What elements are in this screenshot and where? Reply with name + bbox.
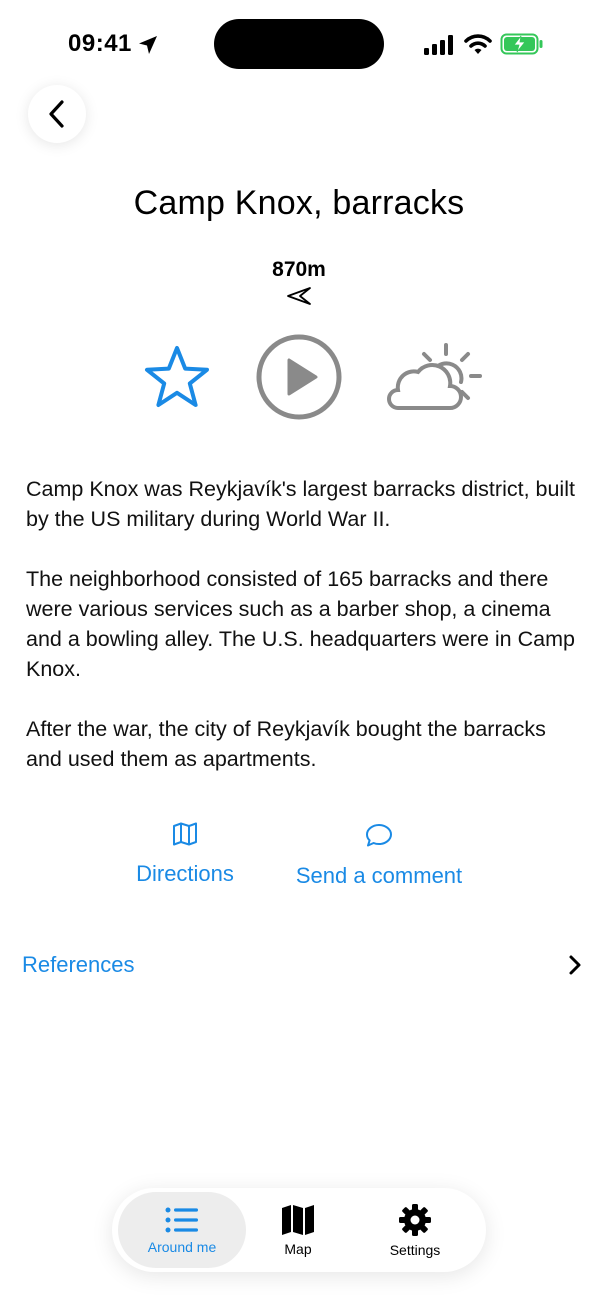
tab-map[interactable]: Map [242, 1192, 354, 1268]
references-label: References [22, 952, 135, 977]
send-comment-label: Send a comment [295, 863, 463, 888]
tab-around-me-label: Around me [147, 1238, 217, 1255]
gear-icon [399, 1203, 431, 1236]
list-icon [165, 1207, 198, 1232]
screen: 09:41 Camp Knox, barracks 870m Camp Knox… [0, 0, 598, 1300]
description-paragraph: After the war, the city of Reykjavík bou… [26, 717, 546, 771]
directions-label: Directions [136, 861, 234, 886]
tab-settings-label: Settings [389, 1241, 441, 1258]
tab-settings[interactable]: Settings [356, 1192, 474, 1268]
dynamic-island [214, 19, 384, 69]
page-title: Camp Knox, barracks [133, 184, 465, 222]
play-button[interactable] [255, 333, 343, 421]
send-comment-button[interactable]: Send a comment [283, 822, 475, 889]
distance-label: 870m [272, 258, 326, 281]
map-outline-icon [173, 822, 197, 846]
chat-bubble-icon [366, 824, 392, 847]
status-bar: 09:41 [0, 0, 598, 90]
cellular-signal-icon [424, 35, 453, 55]
wifi-icon [464, 34, 492, 54]
map-icon [282, 1204, 314, 1235]
tab-map-label: Map [284, 1240, 312, 1257]
back-button[interactable] [28, 85, 86, 143]
favorite-star-button[interactable] [143, 344, 211, 410]
chevron-right-icon [569, 955, 581, 975]
tab-bar: Around me Map Settings [112, 1188, 486, 1272]
directions-button[interactable]: Directions [125, 822, 245, 887]
description-paragraph: Camp Knox was Reykjavík's largest barrac… [26, 477, 575, 531]
description-paragraph: The neighborhood consisted of 165 barrac… [26, 567, 575, 681]
place-description: Camp Knox was Reykjavík's largest barrac… [26, 474, 576, 804]
direction-arrow-icon [287, 287, 311, 305]
chevron-left-icon [49, 100, 64, 128]
battery-charging-icon [500, 33, 543, 55]
location-arrow-icon [139, 36, 157, 54]
partly-sunny-icon[interactable] [384, 342, 484, 414]
tab-around-me[interactable]: Around me [118, 1192, 246, 1268]
references-row[interactable]: References [22, 948, 582, 982]
status-time: 09:41 [68, 30, 132, 57]
